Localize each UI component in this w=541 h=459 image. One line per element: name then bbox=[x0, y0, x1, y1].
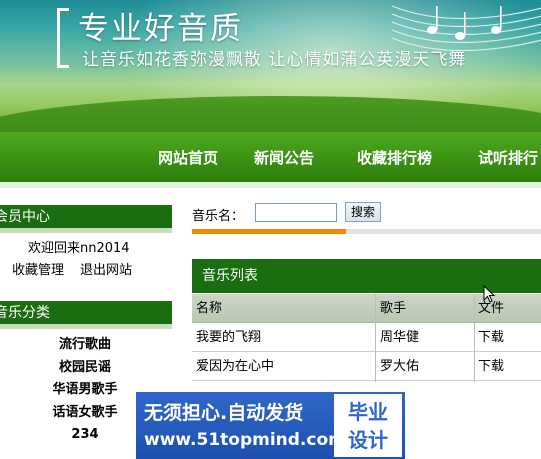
table-row: 我要的飞翔 周华健 下载 bbox=[192, 323, 541, 352]
ad-badge-line-2: 设计 bbox=[348, 428, 388, 452]
column-divider bbox=[474, 294, 475, 382]
title-bracket bbox=[57, 8, 69, 68]
download-link[interactable]: 下载 bbox=[474, 352, 541, 381]
nav-news[interactable]: 新闻公告 bbox=[254, 147, 314, 168]
site-banner: 专业好音质 让音乐如花香弥漫飘散 让心情如蒲公英漫天飞舞 bbox=[0, 0, 541, 132]
column-divider bbox=[375, 294, 376, 382]
search-button[interactable]: 搜索 bbox=[345, 202, 381, 222]
download-link[interactable]: 下载 bbox=[474, 323, 541, 352]
search-input[interactable] bbox=[255, 203, 337, 222]
singer-name: 罗大佑 bbox=[380, 359, 420, 374]
music-category-title: 音乐分类 bbox=[0, 305, 50, 321]
ad-badge-line-1: 毕业 bbox=[348, 400, 388, 424]
main-nav: 网站首页 新闻公告 收藏排行榜 试听排行 bbox=[0, 132, 541, 182]
search-label: 音乐名： bbox=[192, 209, 245, 224]
singer-name: 周华健 bbox=[380, 330, 420, 345]
ad-url: www.51topmind.com bbox=[144, 430, 346, 450]
member-center-heading: 会员中心 bbox=[0, 205, 172, 233]
favorites-manage-link[interactable]: 收藏管理 bbox=[12, 263, 64, 278]
table-row: 爱因为在心中 罗大佑 下载 bbox=[192, 352, 541, 381]
member-center-title: 会员中心 bbox=[0, 209, 50, 225]
nav-underline bbox=[0, 182, 541, 188]
welcome-text: 欢迎回来nn2014 bbox=[28, 241, 130, 256]
progress-fill bbox=[192, 229, 346, 234]
site-slogan: 让音乐如花香弥漫飘散 让心情如蒲公英漫天飞舞 bbox=[82, 50, 467, 70]
nav-listen-ranking[interactable]: 试听排行 bbox=[478, 147, 538, 168]
ad-line-1: 无须担心.自动发货 bbox=[144, 402, 304, 424]
category-item[interactable]: 流行歌曲 bbox=[0, 334, 170, 357]
column-header-singer: 歌手 bbox=[380, 301, 407, 316]
nav-home[interactable]: 网站首页 bbox=[158, 147, 218, 168]
watermark-ad: 无须担心.自动发货 www.51topmind.com 毕业 设计 bbox=[136, 392, 405, 459]
search-progress-bar bbox=[192, 229, 541, 234]
logout-link[interactable]: 退出网站 bbox=[80, 263, 132, 278]
song-name[interactable]: 爱因为在心中 bbox=[192, 352, 375, 381]
music-category-heading: 音乐分类 bbox=[0, 301, 172, 329]
mouse-cursor-icon bbox=[483, 285, 495, 303]
site-title: 专业好音质 bbox=[78, 11, 243, 47]
column-header-name: 名称 bbox=[196, 301, 223, 316]
member-links: 收藏管理 退出网站 bbox=[12, 259, 148, 278]
song-name[interactable]: 我要的飞翔 bbox=[192, 323, 375, 352]
nav-favorites-ranking[interactable]: 收藏排行榜 bbox=[357, 147, 432, 168]
music-table: 名称 歌手 文件 我要的飞翔 周华健 下载 爱因为在心中 罗大佑 下载 bbox=[192, 294, 541, 381]
ad-badge: 毕业 设计 bbox=[334, 394, 402, 457]
category-item[interactable]: 校园民谣 bbox=[0, 357, 170, 380]
